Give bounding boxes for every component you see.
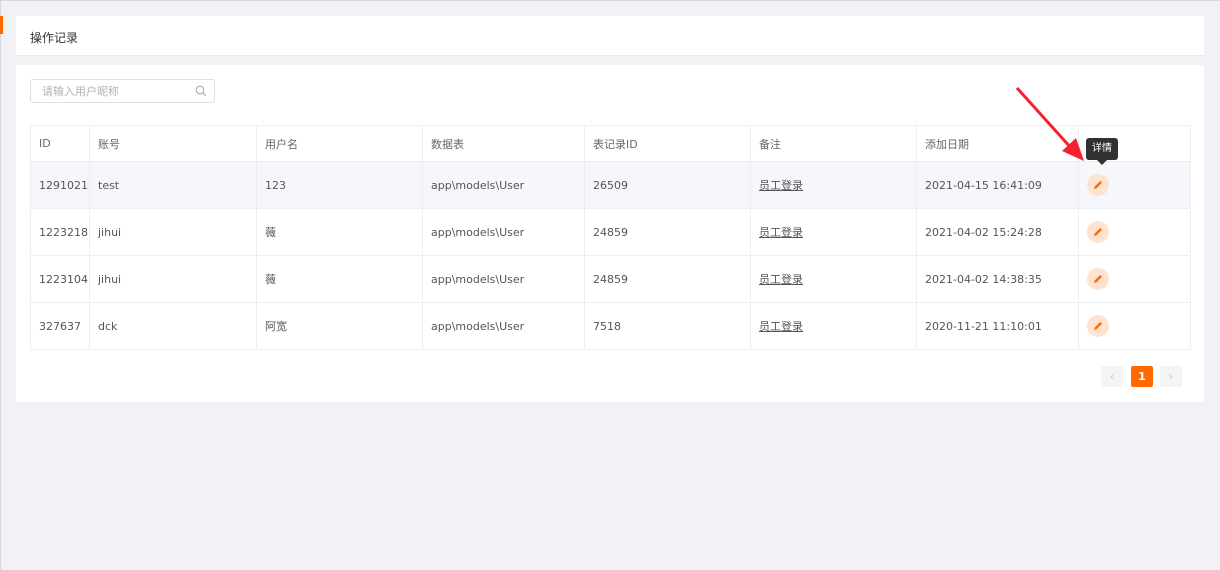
cell-account: jihui: [89, 208, 257, 256]
next-page-button[interactable]: ›: [1160, 366, 1182, 387]
cell-data-table: app\models\User: [422, 208, 585, 256]
cell-record-id: 26509: [584, 161, 751, 209]
cell-date: 2021-04-15 16:41:09: [916, 161, 1079, 209]
cell-data-table: app\models\User: [422, 161, 585, 209]
cell-id: 1223104: [30, 255, 90, 303]
cell-id: 327637: [30, 302, 90, 350]
cell-id: 1223218: [30, 208, 90, 256]
accent-marker: [0, 16, 3, 34]
column-header-id[interactable]: ID: [30, 125, 90, 162]
column-header-data-table[interactable]: 数据表: [422, 125, 585, 162]
table-row[interactable]: 327637 dck 阿宽 app\models\User 7518 员工登录 …: [30, 302, 1191, 350]
column-header-date[interactable]: 添加日期: [916, 125, 1079, 162]
cell-record-id: 24859: [584, 208, 751, 256]
page-title: 操作记录: [30, 31, 79, 45]
tooltip-arrow: [1097, 160, 1107, 165]
content-panel: ID 账号 用户名 数据表 表记录ID 备注 添加日期 1291021 test…: [16, 65, 1204, 402]
cell-remark: 员工登录: [750, 255, 917, 303]
column-header-account[interactable]: 账号: [89, 125, 257, 162]
window-top-border: [0, 0, 1220, 1]
table-row[interactable]: 1291021 test 123 app\models\User 26509 员…: [30, 161, 1191, 209]
cell-remark: 员工登录: [750, 161, 917, 209]
cell-date: 2020-11-21 11:10:01: [916, 302, 1079, 350]
table-header-row: ID 账号 用户名 数据表 表记录ID 备注 添加日期: [30, 125, 1191, 162]
details-button[interactable]: [1087, 174, 1109, 196]
details-button[interactable]: [1087, 268, 1109, 290]
operation-log-table: ID 账号 用户名 数据表 表记录ID 备注 添加日期 1291021 test…: [30, 125, 1191, 350]
cell-actions: [1078, 161, 1191, 209]
table-row[interactable]: 1223104 jihui 薇 app\models\User 24859 员工…: [30, 255, 1191, 303]
cell-actions: [1078, 255, 1191, 303]
column-header-remark[interactable]: 备注: [750, 125, 917, 162]
cell-id: 1291021: [30, 161, 90, 209]
window-left-border: [0, 0, 1, 570]
cell-data-table: app\models\User: [422, 255, 585, 303]
cell-username: 薇: [256, 255, 423, 303]
cell-actions: [1078, 208, 1191, 256]
cell-actions: [1078, 302, 1191, 350]
pencil-icon: [1094, 322, 1102, 330]
search-box: [30, 79, 215, 103]
cell-date: 2021-04-02 14:38:35: [916, 255, 1079, 303]
search-input[interactable]: [31, 80, 191, 102]
column-header-username[interactable]: 用户名: [256, 125, 423, 162]
cell-account: test: [89, 161, 257, 209]
pencil-icon: [1094, 181, 1102, 189]
search-icon[interactable]: [195, 85, 207, 97]
page-number-1[interactable]: 1: [1131, 366, 1153, 387]
cell-account: dck: [89, 302, 257, 350]
cell-account: jihui: [89, 255, 257, 303]
cell-date: 2021-04-02 15:24:28: [916, 208, 1079, 256]
pencil-icon: [1094, 228, 1102, 236]
cell-remark: 员工登录: [750, 302, 917, 350]
cell-remark: 员工登录: [750, 208, 917, 256]
column-header-record-id[interactable]: 表记录ID: [584, 125, 751, 162]
cell-username: 薇: [256, 208, 423, 256]
details-tooltip: 详情: [1086, 138, 1118, 160]
cell-username: 123: [256, 161, 423, 209]
cell-data-table: app\models\User: [422, 302, 585, 350]
pencil-icon: [1094, 275, 1102, 283]
details-button[interactable]: [1087, 221, 1109, 243]
table-row[interactable]: 1223218 jihui 薇 app\models\User 24859 员工…: [30, 208, 1191, 256]
details-button[interactable]: [1087, 315, 1109, 337]
cell-record-id: 7518: [584, 302, 751, 350]
cell-username: 阿宽: [256, 302, 423, 350]
page-header: 操作记录: [16, 16, 1204, 56]
prev-page-button[interactable]: ‹: [1101, 366, 1123, 387]
cell-record-id: 24859: [584, 255, 751, 303]
